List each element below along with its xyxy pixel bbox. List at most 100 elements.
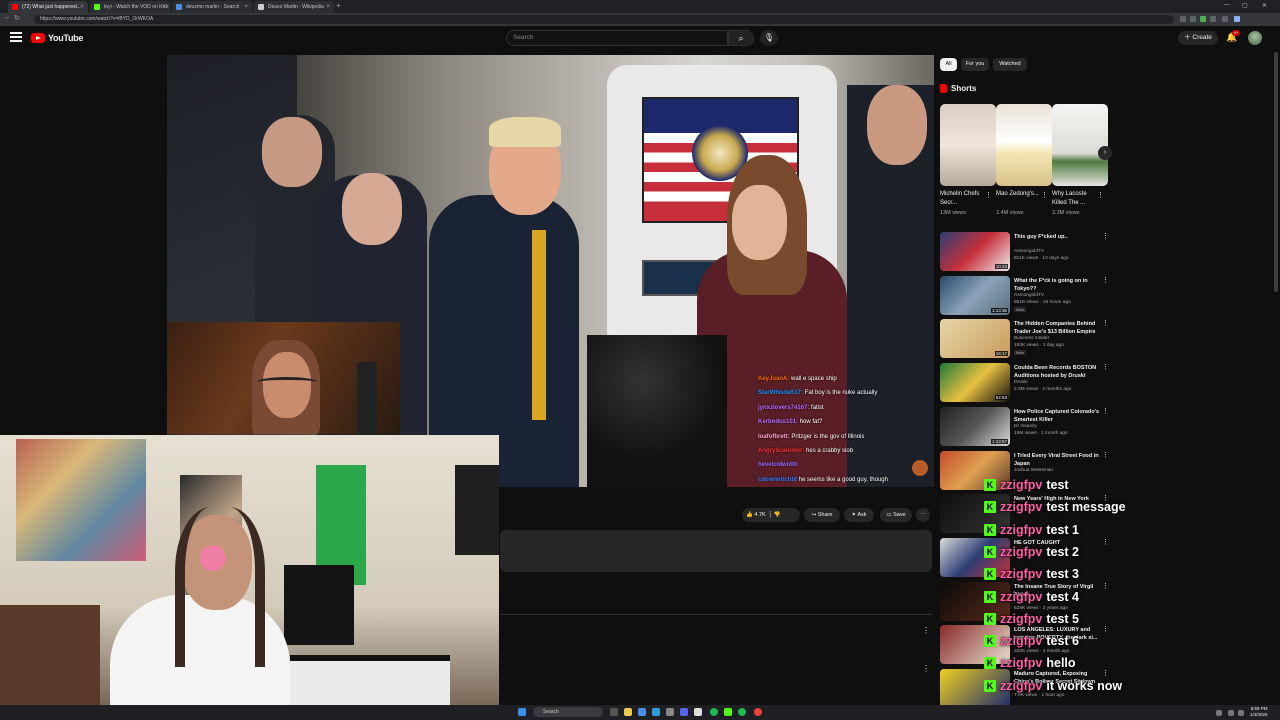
browser-tab[interactable]: (72) What just happened... × [8,1,88,13]
tab-close-icon[interactable]: × [244,1,248,13]
browser-tab[interactable]: toyi - Watch the VOD on Kick × [90,1,170,13]
page-scrollbar[interactable] [1274,52,1278,292]
tab-close-icon[interactable]: × [162,1,166,13]
short-thumbnail[interactable] [996,104,1052,186]
task-view-icon[interactable] [610,708,618,716]
create-button[interactable]: ＋ Create [1178,31,1218,45]
video-thumbnail[interactable]: 16:17 [940,319,1010,359]
video-title[interactable]: This guy F*cked up.. [1014,233,1100,241]
video-duration: 1:13:57 [990,438,1008,444]
short-menu-icon[interactable]: ⋮ [1041,191,1048,199]
minimize-icon[interactable]: — [1224,2,1230,8]
youtube-logo[interactable]: YouTube [31,33,83,43]
video-menu-icon[interactable]: ⋮ [1102,232,1109,240]
extension-icon[interactable] [1190,16,1196,22]
video-title[interactable]: I Tried Every Viral Street Food in Japan [1014,452,1100,468]
extension-icon[interactable] [1200,16,1206,22]
video-title[interactable]: The Hidden Companies Behind Trader Joe's… [1014,320,1100,336]
share-button[interactable]: ↪ Share [804,508,840,522]
comment-menu-icon[interactable]: ⋮ [922,664,930,673]
bookmark-icon[interactable] [1210,16,1216,22]
taskbar-search[interactable]: Search [533,707,603,717]
short-thumbnail[interactable] [940,104,996,186]
discord-icon[interactable] [680,708,688,716]
voice-search-button[interactable]: 🎙 [760,30,778,46]
video-menu-icon[interactable]: ⋮ [1102,625,1109,633]
browser-tab[interactable]: Deuxo Martin - Wikipedia × [254,1,334,13]
close-window-icon[interactable]: ✕ [1262,2,1267,9]
app-icon[interactable] [652,708,660,716]
chip-watched[interactable]: Watched [993,58,1027,71]
painting [455,465,499,555]
hamburger-menu-icon[interactable] [10,32,22,42]
search-button[interactable]: ⌕ [728,30,754,46]
extension-icon[interactable] [1222,16,1228,22]
video-thumbnail[interactable]: 52:53 [940,363,1010,403]
file-explorer-icon[interactable] [624,708,632,716]
tab-close-icon[interactable]: × [326,1,330,13]
new-tab-button[interactable]: + [336,1,341,10]
reload-icon[interactable]: ↻ [14,14,20,22]
thumbs-up-icon[interactable]: 👍 [746,512,753,518]
save-button[interactable]: ▭ Save [880,508,912,522]
video-thumbnail[interactable]: 1:13:57 [940,406,1010,446]
search-input[interactable]: Search [506,30,728,46]
profile-icon[interactable] [1234,16,1240,22]
video-menu-icon[interactable]: ⋮ [1102,538,1109,546]
video-menu-icon[interactable]: ⋮ [1102,276,1109,284]
more-actions-button[interactable]: ⋯ [916,508,930,522]
video-menu-icon[interactable]: ⋮ [1102,582,1109,590]
taskbar-clock[interactable]: 8:59 PM 1/4/2026 [1250,706,1268,718]
overlay-chat-text: test 6 [1046,634,1080,649]
short-title[interactable]: Michelin Chefs Secr... [940,190,986,208]
video-menu-icon[interactable]: ⋮ [1102,407,1109,415]
app-icon[interactable] [638,708,646,716]
spotify-icon[interactable] [710,708,718,716]
video-title[interactable]: How Police Captured Colorado's Smartest … [1014,408,1100,424]
short-title[interactable]: Mao Zedong's... [996,190,1042,199]
channel-name[interactable]: AsmongoldTV [1014,293,1044,298]
browser-tab[interactable]: deuxmo martin - Search × [172,1,252,13]
extension-icon[interactable] [1180,16,1186,22]
volume-icon[interactable] [1238,710,1244,716]
url-field[interactable]: https://www.youtube.com/watch?v=lBYD_OrW… [34,15,1174,24]
short-thumbnail[interactable] [1052,104,1108,186]
maximize-icon[interactable]: ▢ [1242,2,1248,9]
chip-all[interactable]: All [940,58,957,71]
short-menu-icon[interactable]: ⋮ [1097,191,1104,199]
channel-name[interactable]: Druski [1014,380,1028,385]
channel-name[interactable]: Dr Insanity [1014,424,1037,429]
chrome-icon[interactable] [754,708,762,716]
short-title[interactable]: Why Lacoste Killed The ... [1052,190,1098,208]
channel-name[interactable]: Business Insider [1014,336,1049,341]
short-menu-icon[interactable]: ⋮ [985,191,992,199]
channel-name[interactable]: Joshua Weissman [1014,468,1053,473]
tab-close-icon[interactable]: × [80,1,84,13]
video-title[interactable]: Coulda Been Records BOSTON Auditions hos… [1014,364,1100,380]
account-avatar[interactable] [1248,31,1262,45]
tray-icon[interactable] [1216,710,1222,716]
video-menu-icon[interactable]: ⋮ [1102,451,1109,459]
description-box[interactable] [500,530,932,572]
kick-icon[interactable] [724,708,732,716]
shorts-next-button[interactable]: › [1098,146,1112,160]
video-menu-icon[interactable]: ⋮ [1102,319,1109,327]
network-icon[interactable] [1228,710,1234,716]
thumbs-down-icon[interactable]: 👎 [774,512,781,518]
app-icon[interactable] [694,708,702,716]
overlay-chat-text: test 4 [1046,589,1080,604]
video-title[interactable]: What the F*ck is going on in Tokyo?? [1014,277,1100,293]
start-icon[interactable] [518,708,526,716]
app-icon[interactable] [666,708,674,716]
app-icon[interactable] [738,708,746,716]
comment-menu-icon[interactable]: ⋮ [922,626,930,635]
channel-name[interactable]: AsmongoldTV [1014,249,1044,254]
chip-for-you[interactable]: For you [961,58,989,71]
video-views: 2.3M views · 2 months ago [1014,387,1072,393]
video-menu-icon[interactable]: ⋮ [1102,363,1109,371]
ask-button[interactable]: ✦ Ask [844,508,874,522]
back-icon[interactable]: ← [4,14,11,21]
like-dislike-group[interactable]: 👍 4.7K │ 👎 [742,508,800,522]
video-thumbnail[interactable]: 10:23 [940,232,1010,271]
video-thumbnail[interactable]: 1:13:36 [940,275,1010,315]
